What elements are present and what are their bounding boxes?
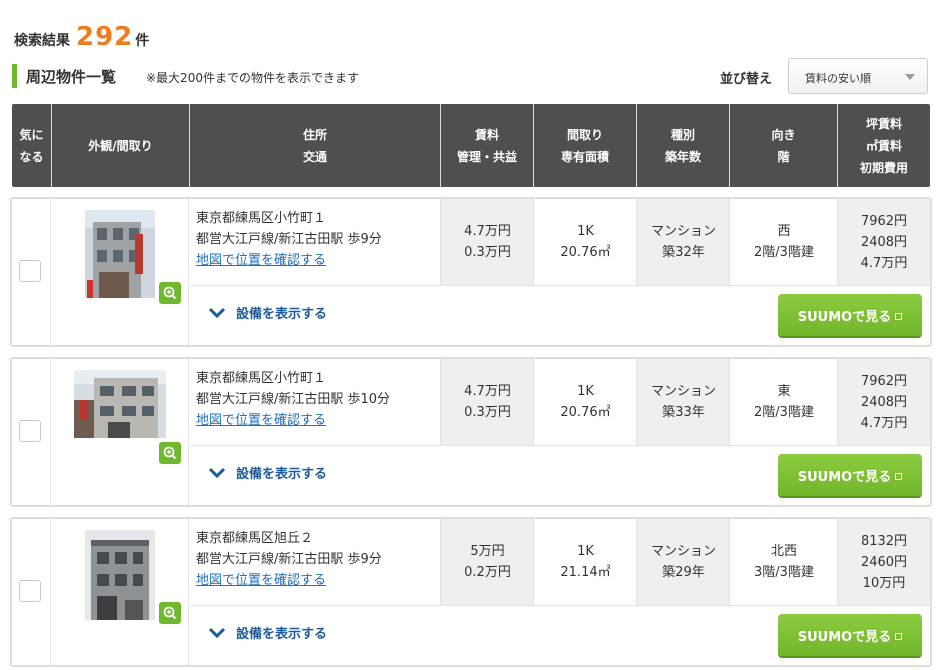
column-divider [729,359,730,445]
column-divider [729,199,730,285]
column-divider [440,199,441,285]
header-fav: 気に なる [12,104,52,187]
map-link[interactable]: 地図で位置を確認する [196,250,444,271]
column-divider [188,359,189,505]
row-divider [190,605,930,606]
rent-cell: 5万円 0.2万円 [441,519,534,605]
rent-cell: 4.7万円 0.3万円 [441,199,534,285]
header-photo: 外観/間取り [52,104,190,187]
unit-price-cell: 7962円 2408円 4.7万円 [838,359,930,445]
column-divider [533,359,534,445]
column-divider [837,359,838,445]
header-direction: 向き 階 [730,104,838,187]
external-link-icon [895,632,903,640]
layout-cell: 1K 20.76㎡ [560,224,611,260]
chevron-down-icon [208,307,226,318]
column-divider [50,199,51,345]
header-rent: 賃料 管理・共益 [441,104,534,187]
zoom-in-icon[interactable] [159,602,181,624]
listing-address: 東京都練馬区旭丘２ [196,531,314,546]
direction-cell: 東 2階/3階建 [754,384,814,420]
external-link-icon [895,312,903,320]
result-count-number: 292 [76,22,134,52]
favorite-checkbox[interactable] [19,580,41,602]
header-address: 住所 交通 [190,104,441,187]
listing-card: 東京都練馬区旭丘２ 都営大江戸線/新江古田駅 歩9分 地図で位置を確認する 5万… [10,517,932,667]
listing-card: 東京都練馬区小竹町１ 都営大江戸線/新江古田駅 歩9分 地図で位置を確認する 4… [10,197,932,347]
listing-address: 東京都練馬区小竹町１ [196,211,327,226]
chevron-down-icon [208,627,226,638]
column-divider [837,199,838,285]
column-divider [440,519,441,605]
column-divider [729,519,730,605]
unit-price-cell: 8132円 2460円 10万円 [838,519,930,605]
building-photo[interactable] [85,530,155,620]
listing-address-block: 東京都練馬区小竹町１ 都営大江戸線/新江古田駅 歩10分 地図で位置を確認する [196,368,444,431]
result-count-label: 検索結果 [14,33,70,49]
result-count-unit: 件 [135,33,150,49]
expand-equipment-toggle[interactable]: 設備を表示する [208,463,327,482]
type-cell: マンション 築33年 [637,359,730,445]
column-divider [837,519,838,605]
listing-access: 都営大江戸線/新江古田駅 歩10分 [196,392,391,407]
zoom-in-icon[interactable] [159,282,181,304]
row-divider [190,285,930,286]
map-link[interactable]: 地図で位置を確認する [196,570,444,591]
section-title: 周辺物件一覧 [26,68,117,86]
direction-cell: 西 2階/3階建 [754,224,814,260]
section-note: ※最大200件までの物件を表示できます [146,71,359,85]
listing-access: 都営大江戸線/新江古田駅 歩9分 [196,552,382,567]
column-divider [440,359,441,445]
sort-label: 並び替え [720,72,773,87]
chevron-down-icon [905,74,915,80]
column-divider [50,519,51,665]
chevron-down-icon [208,467,226,478]
layout-cell: 1K 20.76㎡ [560,384,611,420]
listing-access: 都営大江戸線/新江古田駅 歩9分 [196,232,382,247]
sort-select-value: 賃料の安い順 [805,72,871,85]
zoom-in-icon[interactable] [159,442,181,464]
suumo-view-button[interactable]: SUUMOで見る [778,454,922,496]
column-divider [636,359,637,445]
unit-price-cell: 7962円 2408円 4.7万円 [838,199,930,285]
expand-equipment-toggle[interactable]: 設備を表示する [208,303,327,322]
column-divider [188,519,189,665]
rent-cell: 4.7万円 0.3万円 [441,359,534,445]
column-divider [50,359,51,505]
layout-cell: 1K 21.14㎡ [560,544,611,580]
column-divider [533,519,534,605]
header-unit-price: 坪賃料 ㎡賃料 初期費用 [859,116,908,175]
external-link-icon [895,472,903,480]
column-divider [636,519,637,605]
header-type: 種別 築年数 [637,104,730,187]
building-photo[interactable] [74,370,166,438]
suumo-view-button[interactable]: SUUMOで見る [778,294,922,336]
direction-cell: 北西 3階/3階建 [754,544,814,580]
listing-address: 東京都練馬区小竹町１ [196,371,327,386]
building-photo[interactable] [85,210,155,298]
row-divider [190,445,930,446]
column-divider [636,199,637,285]
sort-select[interactable]: 賃料の安い順 [788,58,928,94]
table-header: 気に なる 外観/間取り 住所 交通 賃料 管理・共益 間取り 専有面積 種別 … [12,104,930,187]
result-count: 検索結果 292 件 [14,22,149,52]
type-cell: マンション 築32年 [637,199,730,285]
map-link[interactable]: 地図で位置を確認する [196,410,444,431]
column-divider [533,199,534,285]
listing-address-block: 東京都練馬区小竹町１ 都営大江戸線/新江古田駅 歩9分 地図で位置を確認する [196,208,444,271]
section-heading-bar [12,64,17,88]
listing-address-block: 東京都練馬区旭丘２ 都営大江戸線/新江古田駅 歩9分 地図で位置を確認する [196,528,444,591]
type-cell: マンション 築29年 [637,519,730,605]
favorite-checkbox[interactable] [19,260,41,282]
favorite-checkbox[interactable] [19,420,41,442]
expand-equipment-toggle[interactable]: 設備を表示する [208,623,327,642]
column-divider [188,199,189,345]
listing-card: 東京都練馬区小竹町１ 都営大江戸線/新江古田駅 歩10分 地図で位置を確認する … [10,357,932,507]
header-layout: 間取り 専有面積 [534,104,637,187]
suumo-view-button[interactable]: SUUMOで見る [778,614,922,656]
